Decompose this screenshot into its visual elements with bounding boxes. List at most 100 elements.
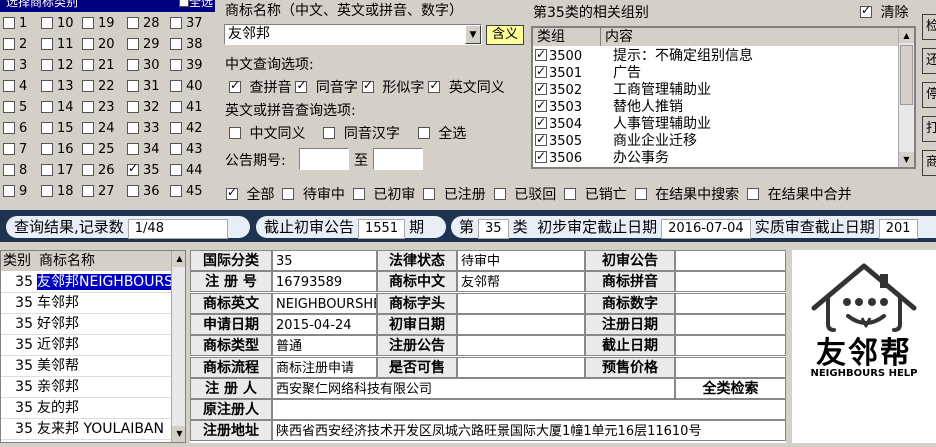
class-checkbox[interactable] — [82, 184, 94, 197]
class-option-33[interactable]: 33 — [127, 121, 160, 136]
class-option-7[interactable]: 7 — [3, 142, 27, 157]
class-option-17[interactable]: 17 — [41, 163, 74, 178]
class-checkbox[interactable] — [41, 142, 53, 155]
class-checkbox[interactable] — [3, 163, 15, 176]
class-option-10[interactable]: 10 — [41, 16, 74, 31]
class-checkbox[interactable] — [3, 142, 15, 155]
scroll-thumb[interactable] — [900, 45, 913, 105]
class-option-27[interactable]: 27 — [82, 184, 115, 199]
class-checkbox[interactable] — [82, 163, 94, 176]
class-option-42[interactable]: 42 — [170, 121, 203, 136]
class-option-45[interactable]: 45 — [170, 184, 203, 199]
option-7[interactable]: 在结果中合并 — [747, 187, 852, 203]
class-checkbox[interactable] — [82, 16, 94, 29]
option-0[interactable]: 全部 — [226, 185, 274, 203]
option-1[interactable]: 同音字 — [295, 78, 358, 96]
class-option-41[interactable]: 41 — [170, 100, 203, 115]
option-checkbox[interactable] — [361, 78, 374, 93]
group-checkbox[interactable] — [535, 148, 547, 164]
group-row[interactable]: 3500 提示：不确定组别信息 — [535, 46, 753, 65]
gazette-from-input[interactable] — [299, 148, 349, 170]
option-checkbox[interactable] — [282, 188, 295, 200]
option-checkbox[interactable] — [229, 127, 241, 139]
option-checkbox[interactable] — [295, 78, 308, 93]
search-all[interactable]: 全类检索 — [675, 377, 786, 399]
option-0[interactable]: 查拼音 — [229, 78, 291, 96]
class-checkbox[interactable] — [82, 79, 94, 92]
option-3[interactable]: 英文同义 — [428, 78, 505, 96]
class-checkbox[interactable] — [82, 121, 94, 134]
class-checkbox[interactable] — [127, 100, 139, 113]
option-checkbox[interactable] — [323, 127, 336, 139]
col-group-header[interactable]: 类组 — [533, 28, 601, 46]
class-checkbox[interactable] — [82, 58, 94, 71]
class-checkbox[interactable] — [3, 16, 15, 29]
option-checkbox[interactable] — [352, 188, 365, 200]
class-checkbox[interactable] — [127, 37, 139, 50]
class-checkbox[interactable] — [170, 79, 182, 92]
class-option-2[interactable]: 2 — [3, 37, 27, 52]
group-row[interactable]: 3503 替他人推销 — [535, 97, 683, 116]
group-row[interactable]: 3504 人事管理辅助业 — [535, 114, 711, 133]
col-class-header[interactable]: 类别 — [3, 251, 31, 271]
name-input[interactable]: 友邻邦 ▼ — [224, 24, 482, 45]
class-checkbox[interactable] — [41, 184, 53, 197]
class-option-22[interactable]: 22 — [82, 79, 115, 94]
class-option-24[interactable]: 24 — [82, 121, 115, 136]
class-checkbox[interactable] — [3, 184, 15, 197]
group-checkbox[interactable] — [535, 114, 547, 130]
class-option-40[interactable]: 40 — [170, 79, 203, 94]
scroll-up-icon[interactable]: ▲ — [899, 28, 914, 43]
class-checkbox[interactable] — [41, 58, 53, 71]
option-2[interactable]: 全选 — [417, 126, 466, 142]
option-checkbox[interactable] — [417, 127, 430, 139]
scroll-down-icon[interactable]: ▼ — [172, 426, 185, 442]
class-option-16[interactable]: 16 — [41, 142, 74, 157]
group-scrollbar[interactable]: ▲ ▼ — [898, 28, 914, 167]
option-6[interactable]: 在结果中搜索 — [634, 187, 739, 203]
class-option-32[interactable]: 32 — [127, 100, 160, 115]
side-button-3[interactable]: 打 — [922, 116, 936, 142]
class-checkbox[interactable] — [3, 58, 15, 71]
option-checkbox[interactable] — [634, 188, 647, 200]
class-option-36[interactable]: 36 — [127, 184, 160, 199]
class-checkbox[interactable] — [170, 163, 182, 176]
result-row[interactable]: 35 友的邦 — [1, 398, 171, 419]
class-option-30[interactable]: 30 — [127, 58, 160, 73]
class-checkbox[interactable] — [3, 100, 15, 113]
class-option-5[interactable]: 5 — [3, 100, 27, 115]
option-checkbox[interactable] — [747, 188, 760, 200]
class-option-25[interactable]: 25 — [82, 142, 115, 157]
option-checkbox[interactable] — [428, 78, 441, 93]
option-1[interactable]: 待审中 — [282, 187, 345, 203]
scroll-up-icon[interactable]: ▲ — [172, 251, 185, 267]
class-option-38[interactable]: 38 — [170, 37, 203, 52]
col-content-header[interactable]: 内容 — [601, 28, 900, 46]
side-button-2[interactable]: 停 — [922, 82, 936, 108]
class-checkbox[interactable] — [127, 161, 139, 176]
class-checkbox[interactable] — [82, 37, 94, 50]
class-checkbox[interactable] — [41, 121, 53, 134]
option-checkbox[interactable] — [493, 188, 506, 200]
result-row[interactable]: 35 好邻邦 — [1, 314, 171, 335]
class-option-26[interactable]: 26 — [82, 163, 115, 178]
scroll-down-icon[interactable]: ▼ — [899, 152, 914, 167]
class-option-4[interactable]: 4 — [3, 79, 27, 94]
select-all-classes[interactable]: 全选 — [178, 0, 213, 8]
class-option-35[interactable]: 35 — [127, 161, 160, 178]
group-row[interactable]: 3501 广告 — [535, 63, 641, 82]
result-row[interactable]: 35 友邻邦NEIGHBOURS — [1, 272, 171, 293]
gazette-to-input[interactable] — [373, 148, 423, 170]
class-checkbox[interactable] — [170, 37, 182, 50]
group-checkbox[interactable] — [535, 80, 547, 96]
option-2[interactable]: 形似字 — [361, 78, 424, 96]
class-checkbox[interactable] — [127, 16, 139, 29]
class-option-11[interactable]: 11 — [41, 37, 74, 52]
option-4[interactable]: 已驳回 — [493, 187, 556, 203]
class-option-19[interactable]: 19 — [82, 16, 115, 31]
option-3[interactable]: 已注册 — [423, 187, 486, 203]
class-checkbox[interactable] — [170, 16, 182, 29]
class-option-43[interactable]: 43 — [170, 142, 203, 157]
class-checkbox[interactable] — [41, 16, 53, 29]
class-option-12[interactable]: 12 — [41, 58, 74, 73]
